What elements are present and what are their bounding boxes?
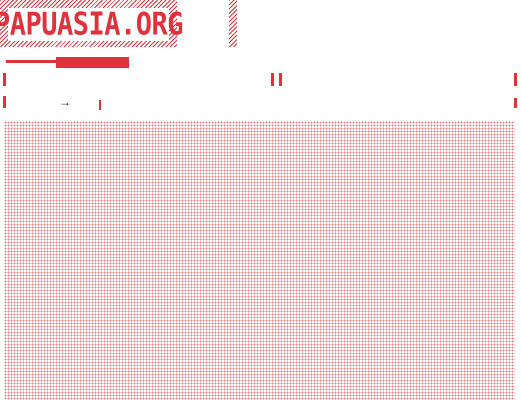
nav-marker-right [514,73,517,86]
dotted-content-area [4,121,515,400]
loading-bar [6,57,129,68]
nav-marker-left [3,73,6,86]
nav-marker-row2-mid [99,100,101,110]
nav-marker-row2-left [3,96,6,108]
loading-bar-fill [56,57,129,68]
loading-bar-track [6,60,56,63]
nav-marker-row2-right [514,98,517,108]
nav-row [0,73,521,89]
header-decorative-stripe [229,0,237,47]
arrow-right-icon[interactable]: → [59,95,71,109]
site-logo[interactable]: PAPUASIA.ORG [0,0,184,47]
logo-inner-panel: PAPUASIA.ORG [0,7,184,43]
nav-marker-mid-b [279,73,282,86]
navigation-controls: → [0,95,521,114]
site-header: PAPUASIA.ORG [0,0,521,50]
nav-marker-mid-a [271,73,274,86]
logo-text: PAPUASIA.ORG [0,6,184,43]
